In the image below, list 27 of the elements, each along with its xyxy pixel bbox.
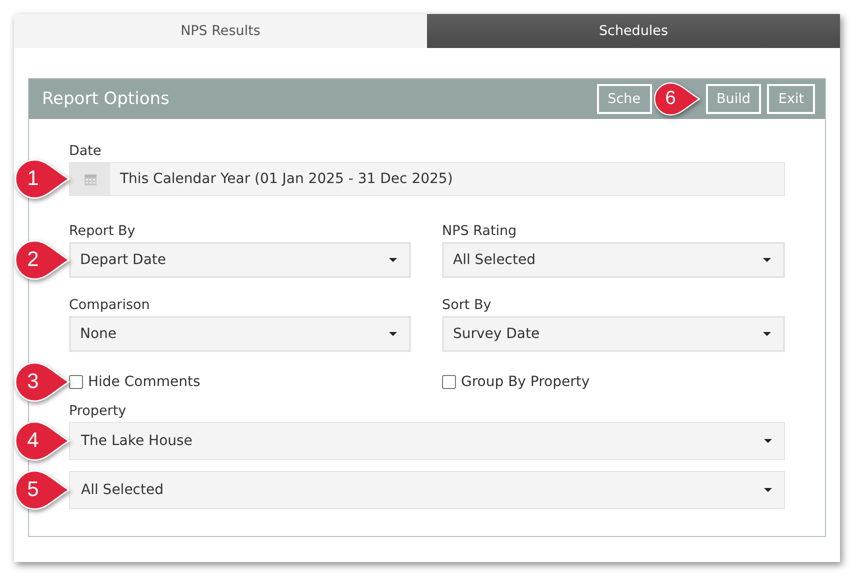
field-label: Sort By: [442, 297, 492, 313]
caret-icon: [764, 488, 772, 492]
caret-icon: [389, 258, 397, 262]
dropdown-field[interactable]: None: [69, 316, 411, 352]
field-label: Date: [69, 143, 102, 159]
tab[interactable]: NPS Results: [14, 14, 427, 48]
dropdown-field[interactable]: All Selected: [442, 242, 785, 278]
checkbox-label: Hide Comments: [88, 374, 200, 390]
caret-icon: [389, 332, 397, 336]
caret-icon: [764, 439, 772, 443]
date-range-field[interactable]: This Calendar Year (01 Jan 2025 - 31 Dec 2025): [69, 162, 785, 196]
dropdown-field[interactable]: The Lake House: [69, 422, 785, 460]
field-label: NPS Rating: [442, 223, 518, 239]
caret-icon: [763, 258, 771, 262]
checkbox[interactable]: [442, 375, 456, 389]
caret-icon: [763, 332, 771, 336]
dropdown-field[interactable]: Survey Date: [442, 316, 785, 352]
tab[interactable]: Schedules: [427, 14, 840, 48]
field-label: Property: [69, 403, 128, 419]
field-label: Comparison: [69, 297, 151, 313]
dropdown-field[interactable]: Depart Date: [69, 242, 411, 278]
checkbox-label: Group By Property: [461, 374, 590, 390]
panel-title: Report Options: [42, 89, 170, 109]
calendar-icon: [84, 172, 96, 186]
dropdown-field[interactable]: All Selected: [69, 471, 785, 509]
checkbox[interactable]: [69, 375, 83, 389]
field-label: Report By: [69, 223, 136, 239]
